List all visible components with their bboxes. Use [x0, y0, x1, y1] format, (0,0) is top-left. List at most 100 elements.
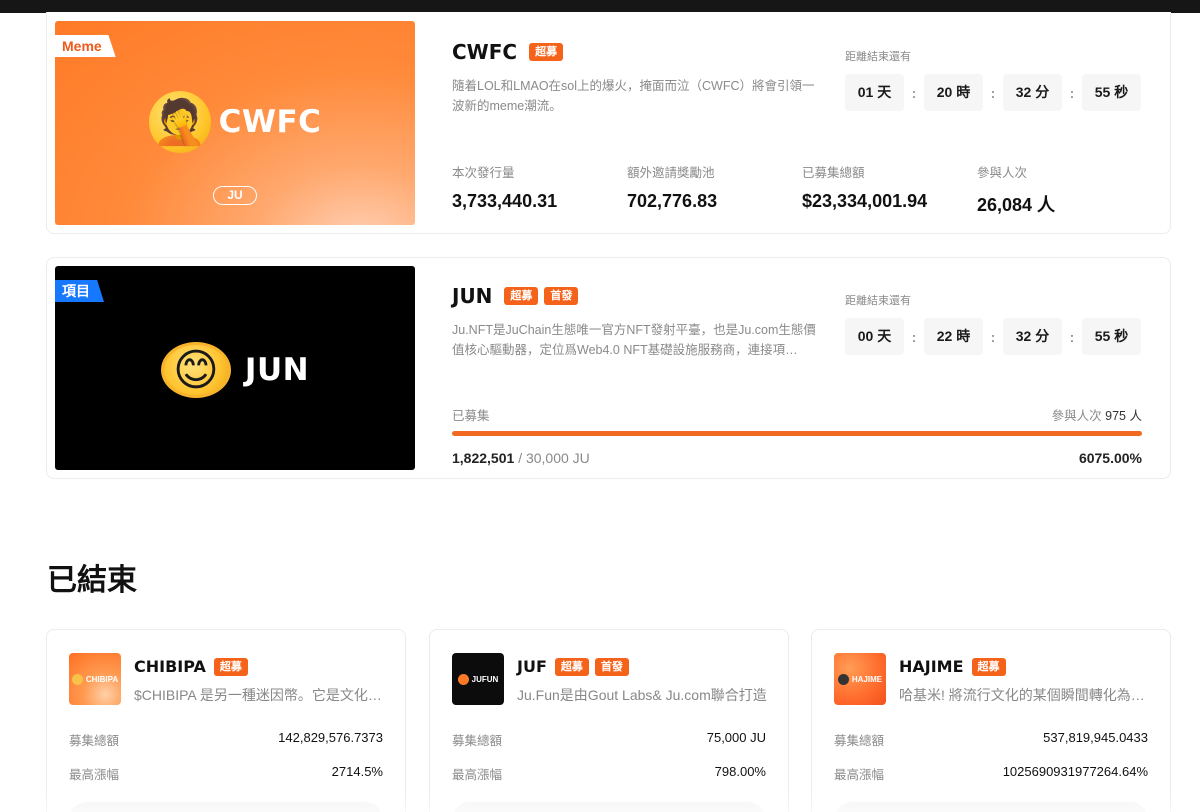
max-gain-row: 最高漲幅 798.00% — [452, 764, 766, 783]
progress-percent: 6075.00% — [1078, 450, 1142, 466]
logo-text: HAJIME — [851, 674, 883, 684]
smiley-icon: 😊 — [160, 342, 231, 398]
project-description: $CHIBIPA 是另一種迷因幣。它是文化的象徵 — [134, 687, 390, 703]
countdown: 距離結束還有 00 天 : 22 時 : 32 分 : 55 秒 — [845, 292, 1141, 355]
participants-value: 975 人 — [1105, 409, 1142, 423]
project-name[interactable]: CHIBIPA — [134, 657, 206, 676]
countdown-minutes: 32 分 — [1003, 74, 1062, 111]
project-title[interactable]: JUN — [452, 284, 492, 308]
progress-header: 已募集 參與人次 975 人 — [452, 405, 1142, 424]
project-logo: JUFUN — [452, 653, 504, 705]
row-label: 最高漲幅 — [69, 768, 120, 782]
raised-value: 1,822,501 — [452, 450, 515, 466]
row-label: 最高漲幅 — [834, 768, 885, 782]
row-label: 募集總額 — [834, 734, 885, 748]
row-value: 75,000 JU — [706, 730, 766, 745]
progress-bar — [452, 431, 1142, 436]
oversubscribed-badge: 超募 — [213, 657, 248, 676]
target-value: / 30,000 JU — [518, 450, 590, 466]
stat-raised-total: 已募集總額 $23,334,001.94 — [802, 162, 977, 217]
oversubscribed-badge: 超募 — [554, 657, 589, 676]
ended-card-juf[interactable]: JUFUN JUF 超募 首發 Ju.Fun是由Gout Labs& Ju.co… — [429, 629, 789, 812]
participants-label: 參與人次 — [1051, 409, 1102, 423]
project-info: JUN 超募 首發 Ju.NFT是JuChain生態唯一官方NFT發射平臺，也是… — [452, 284, 827, 360]
row-value: 798.00% — [714, 764, 766, 779]
countdown-days: 00 天 — [845, 318, 904, 355]
countdown-hours: 20 時 — [924, 74, 983, 111]
facepalm-icon: 🤦 — [148, 91, 211, 153]
category-tag: Meme — [55, 35, 116, 57]
project-logo: HAJIME — [834, 653, 886, 705]
mascot-icon — [457, 673, 469, 685]
stat-issuance: 本次發行量 3,733,440.31 — [452, 162, 627, 217]
stat-label: 本次發行量 — [452, 166, 515, 180]
project-name[interactable]: HAJIME — [899, 657, 964, 676]
project-title[interactable]: CWFC — [452, 40, 517, 64]
countdown-label: 距離結束還有 — [845, 51, 911, 63]
project-description: Ju.NFT是JuChain生態唯一官方NFT發射平臺，也是Ju.com生態價值… — [452, 323, 816, 357]
oversubscribed-badge: 超募 — [529, 43, 564, 61]
stat-value: 26,084 人 — [977, 195, 1056, 215]
countdown-separator: : — [990, 328, 996, 345]
countdown-separator: : — [990, 84, 996, 101]
currency-pill: JU — [213, 186, 257, 205]
max-gain-row: 最高漲幅 1025690931977264.64% — [834, 764, 1148, 783]
stat-participants: 參與人次 26,084 人 — [977, 162, 1152, 217]
category-tag: 項目 — [55, 280, 104, 302]
logo-text: CHIBIPA — [85, 674, 119, 684]
ended-card-chibipa[interactable]: CHIBIPA CHIBIPA 超募 $CHIBIPA 是另一種迷因幣。它是文化… — [46, 629, 406, 812]
max-gain-row: 最高漲幅 2714.5% — [69, 764, 383, 783]
stat-value: 702,776.83 — [627, 191, 718, 211]
countdown-separator: : — [911, 328, 917, 345]
banner-logo: 😊 JUN — [55, 342, 415, 398]
oversubscribed-badge: 超募 — [971, 657, 1006, 676]
countdown-separator: : — [1069, 84, 1075, 101]
project-card-cwfc[interactable]: Meme 🤦 CWFC JU CWFC 超募 隨着LOL和LMAO在sol上的爆… — [46, 12, 1171, 234]
project-banner[interactable]: 項目 😊 JUN — [55, 266, 415, 470]
countdown: 距離結束還有 01 天 : 20 時 : 32 分 : 55 秒 — [845, 48, 1141, 111]
row-value: 2714.5% — [331, 764, 383, 779]
ended-card-hajime[interactable]: HAJIME HAJIME 超募 哈基米! 將流行文化的某個瞬間轉化為永恆 募集… — [811, 629, 1171, 812]
oversubscribed-badge: 超募 — [504, 287, 539, 305]
countdown-label: 距離結束還有 — [845, 295, 911, 307]
raised-total-row: 募集總額 537,819,945.0433 — [834, 730, 1148, 749]
countdown-days: 01 天 — [845, 74, 904, 111]
project-description: 哈基米! 將流行文化的某個瞬間轉化為永恆 — [899, 687, 1155, 703]
mascot-icon — [71, 673, 83, 685]
stat-label: 額外邀請獎勵池 — [627, 166, 715, 180]
stat-value: $23,334,001.94 — [802, 191, 928, 211]
countdown-separator: : — [1069, 328, 1075, 345]
logo-text: JUFUN — [471, 674, 499, 684]
row-value: 142,829,576.7373 — [278, 730, 383, 745]
stat-value: 3,733,440.31 — [452, 191, 558, 211]
project-card-jun[interactable]: 項目 😊 JUN JUN 超募 首發 Ju.NFT是JuChain生態唯一官方N… — [46, 257, 1171, 479]
first-launch-badge: 首發 — [544, 287, 579, 305]
raised-total-row: 募集總額 142,829,576.7373 — [69, 730, 383, 749]
project-description: 隨着LOL和LMAO在sol上的爆火，掩面而泣（CWFC）將會引領一波新的mem… — [452, 79, 815, 113]
row-value: 1025690931977264.64% — [1002, 764, 1148, 779]
countdown-seconds: 55 秒 — [1082, 318, 1141, 355]
stat-invite-pool: 額外邀請獎勵池 702,776.83 — [627, 162, 802, 217]
project-name[interactable]: JUF — [517, 657, 547, 676]
row-value: 537,819,945.0433 — [1043, 730, 1148, 745]
stat-label: 參與人次 — [977, 166, 1028, 180]
bottom-fade — [0, 792, 1200, 812]
countdown-minutes: 32 分 — [1003, 318, 1062, 355]
countdown-seconds: 55 秒 — [1082, 74, 1141, 111]
progress-label: 已募集 — [452, 409, 490, 423]
ended-section-title: 已結束 — [47, 564, 137, 597]
project-description: Ju.Fun是由Gout Labs& Ju.com聯合打造 — [517, 687, 767, 703]
banner-name: JUN — [244, 352, 310, 388]
stat-label: 已募集總額 — [802, 166, 865, 180]
row-label: 募集總額 — [452, 734, 503, 748]
participants-count: 參與人次 975 人 — [1052, 405, 1142, 424]
project-info: CWFC 超募 隨着LOL和LMAO在sol上的爆火，掩面而泣（CWFC）將會引… — [452, 40, 827, 116]
banner-name: CWFC — [218, 104, 322, 140]
countdown-separator: : — [911, 84, 917, 101]
countdown-hours: 22 時 — [924, 318, 983, 355]
row-label: 最高漲幅 — [452, 768, 503, 782]
project-banner[interactable]: Meme 🤦 CWFC JU — [55, 21, 415, 225]
project-logo: CHIBIPA — [69, 653, 121, 705]
mascot-icon — [837, 673, 849, 685]
row-label: 募集總額 — [69, 734, 120, 748]
